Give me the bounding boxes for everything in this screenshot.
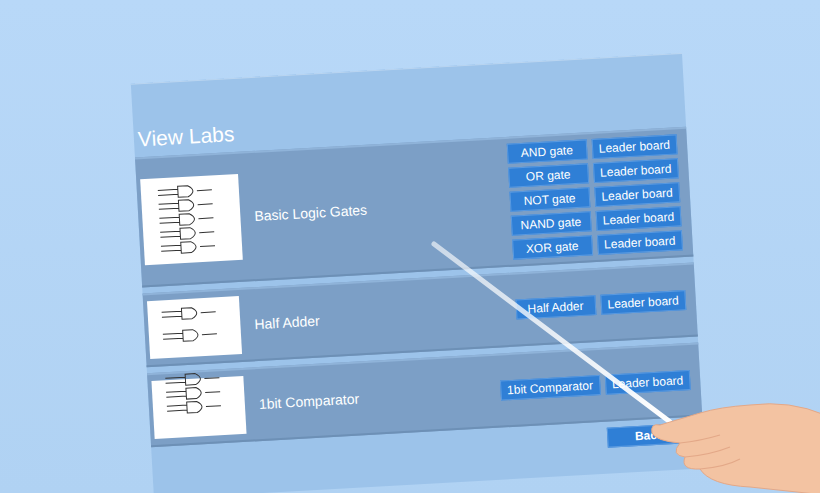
lab-thumbnail — [151, 376, 246, 439]
experiment-list: AND gateLeader boardOR gateLeader boardN… — [506, 134, 683, 259]
experiment-list: Half AdderLeader board — [515, 290, 686, 319]
lab-name: 1bit Comparator — [244, 383, 500, 413]
experiment-item: Half AdderLeader board — [515, 290, 686, 319]
circuit-icon — [149, 179, 233, 259]
leaderboard-button[interactable]: Leader board — [597, 230, 683, 255]
leaderboard-button[interactable]: Leader board — [595, 206, 681, 231]
experiment-item: 1bit ComparatorLeader board — [500, 370, 691, 401]
lab-name: Basic Logic Gates — [240, 194, 510, 225]
leaderboard-button[interactable]: Leader board — [593, 158, 679, 183]
experiment-list: 1bit ComparatorLeader board — [500, 370, 691, 401]
circuit-icon — [157, 367, 241, 447]
lab-thumbnail — [147, 296, 242, 359]
circuit-icon — [153, 301, 236, 353]
experiment-item: XOR gateLeader board — [512, 230, 683, 259]
experiment-button[interactable]: NOT gate — [509, 187, 590, 211]
hand-icon — [640, 395, 820, 493]
experiment-button[interactable]: NAND gate — [510, 211, 591, 235]
lab-name: Half Adder — [240, 302, 516, 333]
experiment-button[interactable]: XOR gate — [512, 235, 593, 259]
experiment-button[interactable]: AND gate — [506, 139, 587, 163]
experiment-button[interactable]: OR gate — [508, 163, 589, 187]
view-labs-panel: View LabsBasic Logic GatesAND gateLeader… — [131, 53, 705, 493]
leaderboard-button[interactable]: Leader board — [600, 290, 686, 315]
leaderboard-button[interactable]: Leader board — [591, 134, 677, 159]
experiment-button[interactable]: 1bit Comparator — [500, 375, 601, 401]
lab-row: Basic Logic GatesAND gateLeader boardOR … — [135, 127, 693, 288]
lab-thumbnail — [140, 174, 243, 265]
leaderboard-button[interactable]: Leader board — [594, 182, 680, 207]
